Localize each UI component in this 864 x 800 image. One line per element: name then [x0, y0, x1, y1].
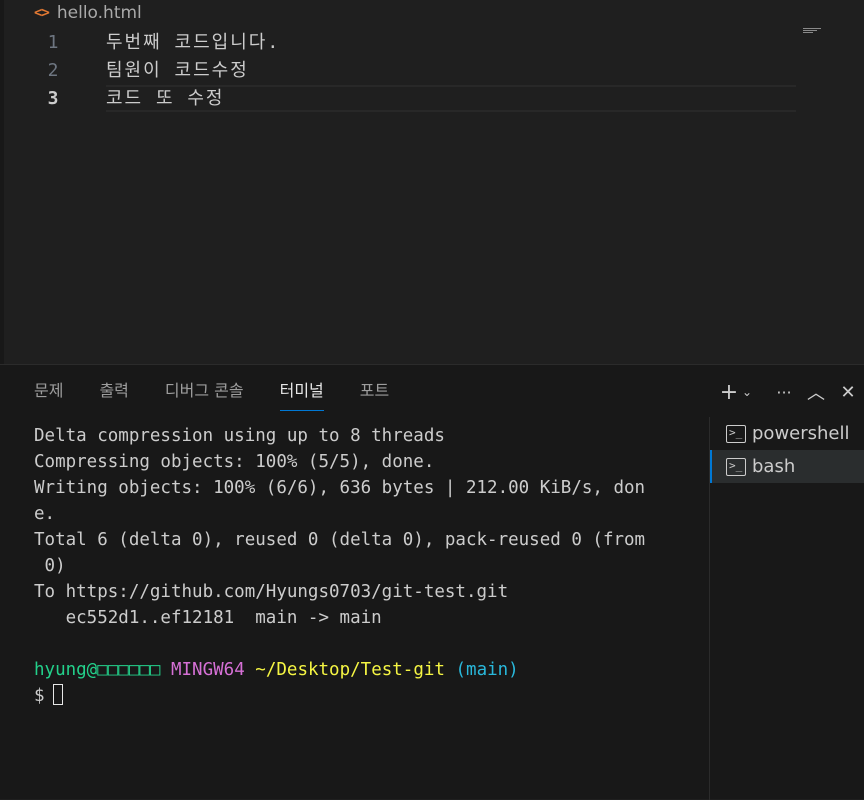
terminal-instance-bash[interactable]: >_ bash [710, 450, 864, 483]
line-text[interactable]: 코드 또 수정 [106, 85, 224, 113]
code-line-1[interactable]: 1 두번째 코드입니다. [0, 29, 800, 57]
prompt-system: MINGW64 [170, 660, 245, 680]
terminal-line: Total 6 (delta 0), reused 0 (delta 0), p… [34, 530, 646, 550]
code-line-2[interactable]: 2 팀원이 코드수정 [0, 57, 800, 85]
terminal-cursor [52, 684, 63, 705]
prompt-user-host: hyung@□□□□□□ [34, 660, 161, 680]
maximize-panel-icon[interactable]: ︿ [800, 379, 832, 405]
terminal-instance-label: powershell [752, 423, 850, 444]
terminal-instances-list: >_ powershell >_ bash [709, 417, 864, 800]
terminal-line: ec552d1..ef12181 main -> main [34, 608, 382, 628]
breadcrumb[interactable]: <> hello.html [34, 2, 142, 24]
close-panel-icon[interactable]: ✕ [832, 382, 864, 403]
terminal-instance-powershell[interactable]: >_ powershell [710, 417, 864, 450]
panel-tabs: 문제 출력 디버그 콘솔 터미널 포트 [34, 365, 425, 411]
new-terminal-icon[interactable]: + [718, 380, 740, 405]
code-line-3[interactable]: 3 코드 또 수정 [0, 85, 800, 113]
terminal-output[interactable]: Delta compression using up to 8 threads … [34, 423, 684, 709]
terminal-prompt-line: hyung@□□□□□□ MINGW64 ~/Desktop/Test-git … [34, 657, 684, 683]
tab-terminal[interactable]: 터미널 [279, 365, 324, 411]
terminal-line: Delta compression using up to 8 threads [34, 426, 445, 446]
tab-debug-console[interactable]: 디버그 콘솔 [165, 365, 244, 411]
terminal-line: To https://github.com/Hyungs0703/git-tes… [34, 582, 509, 602]
line-number: 3 [47, 88, 59, 109]
chevron-down-icon[interactable]: ⌄ [740, 385, 754, 399]
prompt-symbol: $ [34, 686, 45, 706]
terminal-icon: >_ [726, 424, 746, 443]
line-text[interactable]: 팀원이 코드수정 [106, 57, 249, 85]
terminal-line: Compressing objects: 100% (5/5), done. [34, 452, 435, 472]
bottom-panel: 문제 출력 디버그 콘솔 터미널 포트 + ⌄ ··· ︿ ✕ Delta co… [0, 364, 864, 800]
editor-area[interactable]: <> hello.html 1 두번째 코드입니다. 2 팀원이 코드수정 3 … [0, 0, 864, 364]
minimap[interactable] [803, 28, 821, 34]
terminal-instance-label: bash [752, 456, 796, 477]
terminal-input-line[interactable]: $ [34, 683, 684, 709]
line-number: 2 [47, 60, 59, 81]
terminal-line: Writing objects: 100% (6/6), 636 bytes |… [34, 478, 646, 498]
line-number: 1 [47, 32, 59, 53]
line-text[interactable]: 두번째 코드입니다. [106, 29, 280, 57]
prompt-branch: (main) [455, 660, 519, 680]
terminal-line: e. [34, 504, 56, 524]
tab-ports[interactable]: 포트 [360, 365, 389, 411]
more-actions-icon[interactable]: ··· [768, 383, 800, 402]
tab-problems[interactable]: 문제 [34, 365, 63, 411]
tab-output[interactable]: 출력 [99, 365, 128, 411]
breadcrumb-file-name[interactable]: hello.html [57, 3, 142, 23]
terminal-line: 0) [34, 556, 66, 576]
prompt-path: ~/Desktop/Test-git [255, 660, 445, 680]
terminal-icon: >_ [726, 457, 746, 476]
html-file-icon: <> [34, 5, 50, 21]
panel-actions: + ⌄ ··· ︿ ✕ [718, 377, 864, 407]
